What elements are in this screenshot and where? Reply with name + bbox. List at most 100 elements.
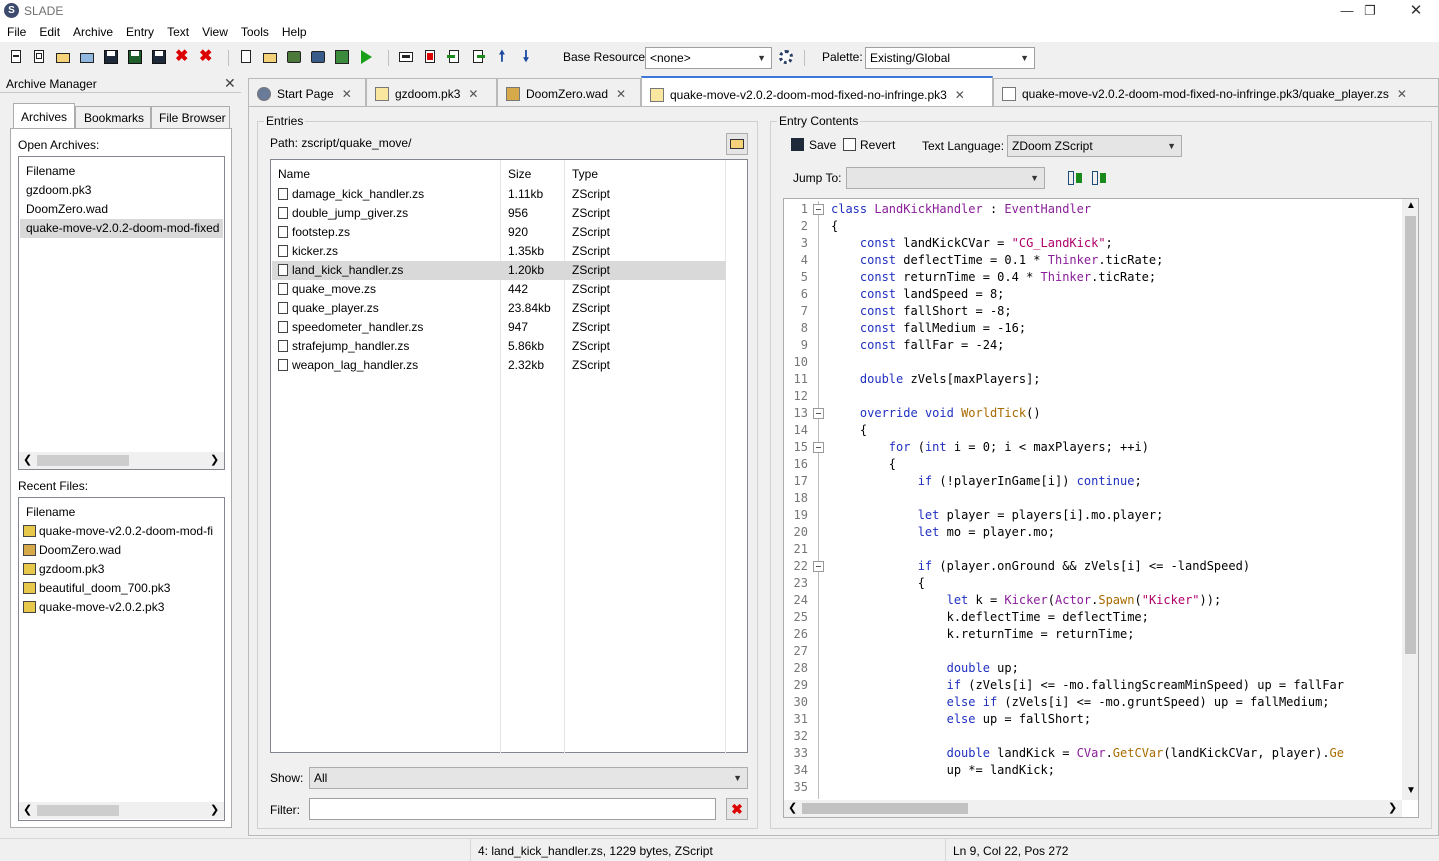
rename-icon[interactable] [398, 49, 414, 65]
code-line[interactable]: let mo = player.mo; [831, 524, 1401, 541]
move-up-icon[interactable]: 🠕 [494, 49, 510, 65]
scrollbar-thumb[interactable] [1405, 216, 1416, 654]
base-resource-select[interactable]: <none> ▼ [645, 47, 772, 69]
scroll-down-icon[interactable]: ▼ [1406, 785, 1416, 796]
new-directory-icon[interactable] [262, 49, 278, 65]
menu-archive[interactable]: Archive [66, 22, 119, 39]
map-editor-icon[interactable] [334, 49, 350, 65]
open-directory-icon[interactable] [79, 49, 95, 65]
scroll-left-icon[interactable]: ❮ [23, 453, 32, 466]
unfold-all-icon[interactable] [1091, 170, 1107, 186]
horizontal-scrollbar[interactable]: ❮ ❯ [784, 800, 1402, 817]
code-line[interactable]: { [831, 422, 1401, 439]
code-line[interactable]: up *= landKick; [831, 762, 1401, 779]
scroll-right-icon[interactable]: ❯ [1388, 801, 1397, 814]
code-line[interactable]: let player = players[i].mo.player; [831, 507, 1401, 524]
code-line[interactable]: else up = fallShort; [831, 711, 1401, 728]
vertical-scrollbar[interactable]: ▲ ▼ [1402, 199, 1418, 800]
menu-help[interactable]: Help [275, 22, 313, 39]
entry-row[interactable]: footstep.zs 920 ZScript [272, 223, 726, 242]
scroll-right-icon[interactable]: ❯ [210, 453, 219, 466]
filter-input[interactable] [309, 798, 716, 820]
close-icon[interactable]: ✕ [342, 87, 352, 101]
up-directory-button[interactable] [726, 133, 748, 155]
close-all-icon[interactable]: ✖ [199, 49, 215, 65]
tab-start-page[interactable]: Start Page ✕ [248, 78, 366, 106]
code-line[interactable]: const landKickCVar = "CG_LandKick"; [831, 235, 1401, 252]
fold-all-icon[interactable] [1067, 170, 1083, 186]
entry-row[interactable]: double_jump_giver.zs 956 ZScript [272, 204, 726, 223]
column-header-type[interactable]: Type [572, 167, 598, 181]
tab-doomzero[interactable]: DoomZero.wad ✕ [497, 78, 641, 106]
import-entry-icon[interactable] [446, 49, 462, 65]
entry-row[interactable]: weapon_lag_handler.zs 2.32kb ZScript [272, 356, 726, 375]
new-file-icon[interactable] [31, 49, 47, 65]
open-archives-list[interactable]: Filename gzdoom.pk3 DoomZero.wad quake-m… [18, 156, 225, 470]
list-item[interactable]: DoomZero.wad [23, 541, 223, 560]
entry-row[interactable]: quake_move.zs 442 ZScript [272, 280, 726, 299]
entry-row[interactable]: kicker.zs 1.35kb ZScript [272, 242, 726, 261]
scrollbar-thumb[interactable] [37, 805, 119, 816]
close-panel-icon[interactable]: ✕ [224, 75, 236, 92]
code-line[interactable]: double up; [831, 660, 1401, 677]
tab-file-browser[interactable]: File Browser [151, 106, 230, 128]
code-line[interactable]: if (player.onGround && zVels[i] <= -land… [831, 558, 1401, 575]
code-line[interactable] [831, 388, 1401, 405]
close-icon[interactable]: ✕ [1397, 87, 1407, 101]
menu-edit[interactable]: Edit [32, 22, 66, 39]
column-header-filename[interactable]: Filename [26, 164, 75, 178]
tab-bookmarks[interactable]: Bookmarks [75, 106, 151, 128]
fold-marker-icon[interactable] [813, 204, 824, 215]
column-header-filename[interactable]: Filename [26, 505, 75, 519]
list-item[interactable]: DoomZero.wad [20, 200, 223, 219]
save-all-icon[interactable] [151, 49, 167, 65]
entry-row[interactable]: damage_kick_handler.zs 1.11kb ZScript [272, 185, 726, 204]
code-line[interactable]: const fallMedium = -16; [831, 320, 1401, 337]
new-archive-icon[interactable] [8, 49, 24, 65]
fold-marker-icon[interactable] [813, 561, 824, 572]
close-icon[interactable]: ✕ [955, 88, 965, 102]
entry-row[interactable]: land_kick_handler.zs 1.20kb ZScript [272, 261, 726, 280]
show-select[interactable]: All ▼ [309, 767, 748, 789]
menu-tools[interactable]: Tools [234, 22, 275, 39]
scroll-left-icon[interactable]: ❮ [23, 803, 32, 816]
code-line[interactable]: const deflectTime = 0.1 * Thinker.ticRat… [831, 252, 1401, 269]
recent-files-list[interactable]: Filename quake-move-v2.0.2-doom-mod-fi D… [18, 497, 225, 821]
code-line[interactable]: k.returnTime = returnTime; [831, 626, 1401, 643]
tab-gzdoom[interactable]: gzdoom.pk3 ✕ [366, 78, 497, 106]
menu-entry[interactable]: Entry [119, 22, 160, 39]
column-header-name[interactable]: Name [278, 167, 310, 181]
scrollbar-thumb[interactable] [802, 803, 968, 814]
move-down-icon[interactable]: 🠗 [518, 49, 534, 65]
code-line[interactable]: const fallShort = -8; [831, 303, 1401, 320]
fold-marker-icon[interactable] [813, 408, 824, 419]
code-line[interactable]: override void WorldTick() [831, 405, 1401, 422]
list-item[interactable]: quake-move-v2.0.2.pk3 [23, 598, 223, 617]
code-line[interactable]: if (!playerInGame[i]) continue; [831, 473, 1401, 490]
code-line[interactable]: double zVels[maxPlayers]; [831, 371, 1401, 388]
tab-quake-move-archive[interactable]: quake-move-v2.0.2-doom-mod-fixed-no-infr… [641, 76, 993, 106]
code-line[interactable]: for (int i = 0; i < maxPlayers; ++i) [831, 439, 1401, 456]
horizontal-scrollbar[interactable]: ❮ ❯ [19, 802, 224, 819]
open-icon[interactable] [55, 49, 71, 65]
gear-icon[interactable] [778, 49, 794, 65]
code-line[interactable]: const returnTime = 0.4 * Thinker.ticRate… [831, 269, 1401, 286]
fold-marker-icon[interactable] [813, 442, 824, 453]
save-entry-button[interactable]: Save [791, 138, 836, 152]
tab-quake-player[interactable]: quake-move-v2.0.2-doom-mod-fixed-no-infr… [993, 78, 1439, 106]
code-line[interactable]: class LandKickHandler : EventHandler [831, 201, 1401, 218]
close-icon[interactable]: ✕ [616, 87, 626, 101]
close-icon[interactable]: ✕ [468, 87, 478, 101]
new-entry-icon[interactable] [238, 49, 254, 65]
code-line[interactable]: let k = Kicker(Actor.Spawn("Kicker")); [831, 592, 1401, 609]
scroll-right-icon[interactable]: ❯ [210, 803, 219, 816]
palette-select[interactable]: Existing/Global ▼ [865, 47, 1035, 69]
code-line[interactable]: k.deflectTime = deflectTime; [831, 609, 1401, 626]
save-icon[interactable] [103, 49, 119, 65]
code-line[interactable]: double landKick = CVar.GetCVar(landKickC… [831, 745, 1401, 762]
code-line[interactable]: { [831, 456, 1401, 473]
tab-archives[interactable]: Archives [13, 103, 75, 128]
entry-row[interactable]: speedometer_handler.zs 947 ZScript [272, 318, 726, 337]
jump-to-select[interactable]: ▼ [846, 167, 1045, 189]
code-line[interactable]: if (zVels[i] <= -mo.fallingScreamMinSpee… [831, 677, 1401, 694]
